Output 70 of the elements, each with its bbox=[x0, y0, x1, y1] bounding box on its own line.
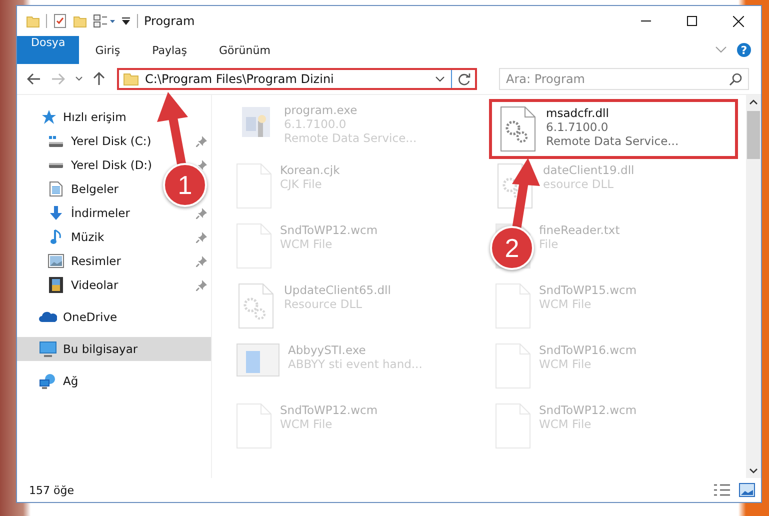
nav-item[interactable]: Videolar bbox=[47, 277, 118, 293]
drive-icon bbox=[49, 162, 63, 168]
address-path: C:\Program Files\Program Dizini bbox=[145, 72, 335, 86]
pin-icon[interactable] bbox=[196, 232, 207, 242]
download-arrow-icon bbox=[48, 205, 64, 221]
nav-item[interactable]: Müzik bbox=[47, 229, 104, 245]
search-icon bbox=[729, 73, 742, 86]
caret-icon[interactable] bbox=[121, 16, 131, 26]
chevron-down-icon[interactable] bbox=[435, 76, 445, 82]
chevron-down-icon[interactable] bbox=[749, 468, 758, 474]
item-count: 157 öğe bbox=[29, 484, 74, 496]
details-view-icon[interactable] bbox=[713, 483, 731, 497]
file-icon bbox=[236, 163, 272, 209]
address-field[interactable]: C:\Program Files\Program Dizini bbox=[117, 68, 477, 90]
highlighted-file-item[interactable]: msadcfr.dll 6.1.7100.0 Remote Data Service... bbox=[489, 99, 738, 159]
file-icon bbox=[495, 343, 531, 389]
chevron-up-icon[interactable] bbox=[749, 99, 758, 105]
nav-item[interactable]: Yerel Disk (C:) bbox=[47, 134, 152, 148]
back-arrow-icon[interactable] bbox=[27, 73, 41, 85]
picture-icon bbox=[48, 254, 64, 268]
nav-item[interactable]: Resimler bbox=[47, 254, 121, 268]
nav-item[interactable]: Belgeler bbox=[47, 181, 119, 197]
maximize-icon bbox=[687, 16, 697, 26]
monitor-icon bbox=[39, 341, 57, 357]
search-field[interactable]: Ara: Program bbox=[499, 68, 749, 90]
file-icon bbox=[495, 283, 531, 329]
nav-item[interactable]: Bu bilgisayar bbox=[17, 337, 211, 361]
nav-item[interactable]: Yerel Disk (D:) bbox=[47, 158, 152, 172]
network-icon bbox=[39, 373, 57, 389]
pin-icon[interactable] bbox=[196, 136, 207, 146]
pin-icon[interactable] bbox=[196, 256, 207, 266]
help-button[interactable]: ? bbox=[737, 43, 751, 57]
nav-item[interactable]: OneDrive bbox=[17, 305, 211, 329]
properties-icon[interactable] bbox=[93, 14, 115, 28]
ribbon-tab[interactable]: Giriş bbox=[79, 36, 136, 64]
folder-icon bbox=[123, 72, 139, 86]
gear-file-icon bbox=[236, 283, 276, 329]
checklist-icon[interactable] bbox=[53, 13, 67, 29]
chevron-down-icon[interactable] bbox=[75, 76, 83, 82]
drive-icon bbox=[49, 136, 63, 146]
thumbnail-view-icon[interactable] bbox=[739, 483, 755, 497]
gear-file-icon bbox=[498, 106, 538, 152]
cloud-icon bbox=[39, 311, 57, 323]
file-menu-tab[interactable]: Dosya bbox=[17, 36, 80, 64]
refresh-icon[interactable] bbox=[458, 72, 471, 86]
scrollbar[interactable] bbox=[746, 95, 761, 478]
file-icon bbox=[495, 403, 531, 449]
close-icon bbox=[732, 16, 744, 26]
nav-item[interactable]: Hızlı erişim bbox=[17, 105, 211, 129]
ribbon-tab[interactable]: Görünüm bbox=[203, 36, 286, 64]
window-title: Program bbox=[144, 14, 195, 28]
file-detail: Remote Data Service... bbox=[546, 134, 679, 148]
folder-icon bbox=[26, 14, 40, 28]
up-arrow-icon[interactable] bbox=[93, 72, 105, 86]
film-icon bbox=[49, 277, 63, 293]
file-icon bbox=[236, 223, 272, 269]
nav-item[interactable]: İndirmeler bbox=[47, 205, 130, 221]
pin-icon[interactable] bbox=[196, 208, 207, 218]
file-detail: 6.1.7100.0 bbox=[546, 120, 610, 134]
file-name[interactable]: msadcfr.dll bbox=[546, 106, 679, 120]
window-icon bbox=[236, 343, 280, 377]
minimize-icon bbox=[641, 20, 651, 22]
file-icon bbox=[236, 403, 272, 449]
ribbon-tab[interactable]: Paylaş bbox=[136, 36, 203, 64]
document-icon bbox=[49, 181, 63, 197]
music-note-icon bbox=[50, 229, 62, 245]
star-icon bbox=[40, 109, 56, 125]
scrollbar-thumb[interactable] bbox=[747, 111, 760, 159]
pin-icon[interactable] bbox=[196, 280, 207, 290]
nav-item[interactable]: Ağ bbox=[17, 369, 211, 393]
